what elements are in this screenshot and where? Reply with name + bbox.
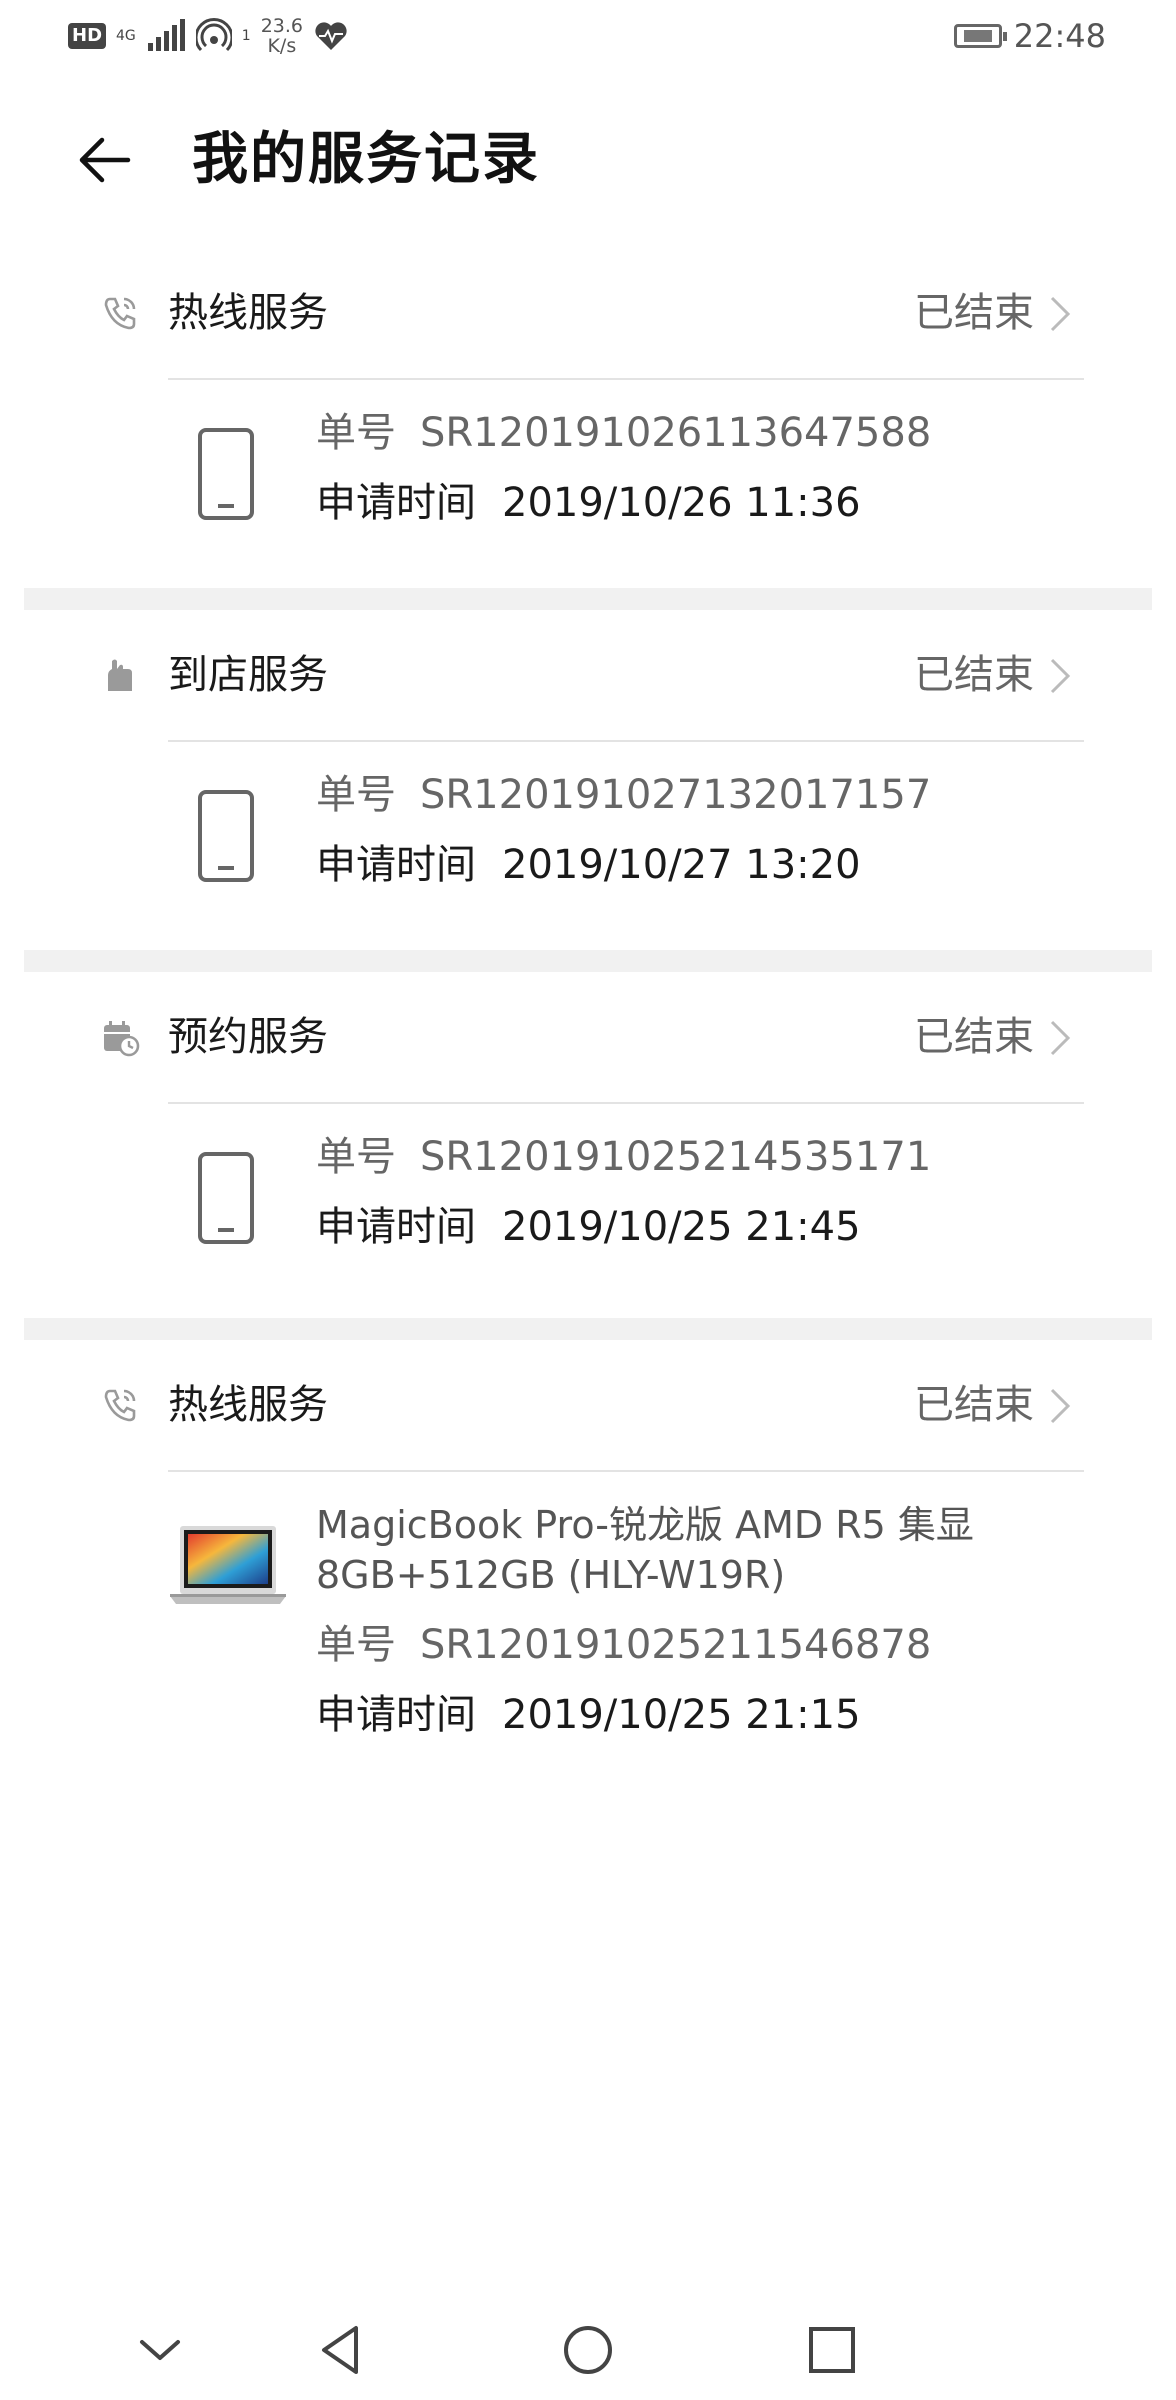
order-label: 单号	[316, 772, 396, 818]
status-label: 已结束	[914, 290, 1034, 336]
service-record-header[interactable]: 到店服务 已结束	[24, 610, 1152, 740]
hand-store-icon	[108, 659, 132, 691]
record-info: 单号 SR120191026113647588 申请时间 2019/10/26 11…	[316, 408, 1116, 548]
order-label: 单号	[316, 410, 396, 456]
time-label: 申请时间	[316, 842, 476, 888]
smartphone-icon	[198, 428, 254, 520]
header: 我的服务记录	[0, 110, 1176, 210]
order-row: 单号 SR120191025211546878	[316, 1620, 1116, 1670]
time-row: 申请时间 2019/10/25 21:45	[316, 1202, 1116, 1252]
recents-square-icon[interactable]	[802, 2320, 862, 2380]
clock: 22:48	[1013, 17, 1106, 55]
signal-icon	[147, 19, 185, 51]
record-info: 单号 SR120191027132017157 申请时间 2019/10/27 13…	[316, 770, 1116, 910]
section-gap	[24, 588, 1152, 610]
home-circle-icon[interactable]	[558, 2320, 618, 2380]
service-record-header[interactable]: 热线服务 已结束	[24, 1340, 1152, 1470]
divider	[168, 1470, 1084, 1472]
status-bar: HD 4G 1 23.6 K/s 22:48	[0, 0, 1176, 72]
health-icon	[315, 22, 347, 50]
phone-call-icon	[104, 1389, 136, 1422]
service-type-label: 到店服务	[168, 652, 328, 698]
order-number: SR120191025211546878	[420, 1622, 932, 1668]
speed-value: 23.6	[260, 15, 304, 37]
status-left: HD 4G 1 23.6 K/s	[68, 14, 349, 58]
hotspot-icon	[195, 18, 232, 52]
section-gap	[24, 950, 1152, 972]
back-triangle-icon[interactable]	[312, 2320, 372, 2380]
phone-call-icon	[104, 297, 136, 330]
time-label: 申请时间	[316, 480, 476, 526]
order-row: 单号 SR120191025214535171	[316, 1132, 1116, 1182]
status-label: 已结束	[914, 1014, 1034, 1060]
service-record-header[interactable]: 热线服务 已结束	[24, 248, 1152, 378]
apply-time: 2019/10/25 21:15	[502, 1692, 861, 1738]
order-label: 单号	[316, 1134, 396, 1180]
collapse-icon[interactable]	[130, 2320, 190, 2380]
status-label: 已结束	[914, 1382, 1034, 1428]
apply-time: 2019/10/26 11:36	[502, 480, 861, 526]
divider	[168, 1102, 1084, 1104]
service-type-label: 热线服务	[168, 1382, 328, 1428]
order-number: SR120191026113647588	[420, 410, 932, 456]
hotspot-count: 1	[241, 28, 251, 44]
section-gap	[24, 1318, 1152, 1340]
service-record-header[interactable]: 预约服务 已结束	[24, 972, 1152, 1102]
service-type-label: 热线服务	[168, 290, 328, 336]
status-right: 22:48	[953, 14, 1106, 58]
back-arrow-icon[interactable]	[74, 128, 138, 192]
chevron-right-icon	[1050, 658, 1071, 694]
product-name: MagicBook Pro-锐龙版 AMD R5 集显 8GB+512GB (H…	[316, 1503, 974, 1597]
calendar-clock-icon	[104, 1021, 140, 1057]
page-title: 我的服务记录	[192, 127, 540, 192]
speed-unit: K/s	[267, 35, 297, 57]
record-info: MagicBook Pro-锐龙版 AMD R5 集显 8GB+512GB (H…	[316, 1500, 1116, 1760]
hd-badge: HD	[68, 23, 107, 49]
chevron-right-icon	[1050, 296, 1071, 332]
smartphone-icon	[198, 1152, 254, 1244]
time-label: 申请时间	[316, 1204, 476, 1250]
order-label: 单号	[316, 1622, 396, 1668]
system-nav-bar	[0, 2300, 1176, 2400]
order-row: 单号 SR120191027132017157	[316, 770, 1116, 820]
service-record-card: 热线服务 已结束 单号 SR120191026113647588 申请时间 2019…	[24, 248, 1152, 588]
divider	[168, 378, 1084, 380]
order-number: SR120191025214535171	[420, 1134, 932, 1180]
chevron-right-icon	[1050, 1020, 1071, 1056]
service-record-card: 到店服务 已结束 单号 SR120191027132017157 申请时间 2019…	[24, 610, 1152, 950]
time-label: 申请时间	[316, 1692, 476, 1738]
divider	[168, 740, 1084, 742]
chevron-right-icon	[1050, 1388, 1071, 1424]
apply-time: 2019/10/27 13:20	[502, 842, 861, 888]
laptop-image	[170, 1526, 286, 1604]
time-row: 申请时间 2019/10/25 21:15	[316, 1690, 1116, 1740]
time-row: 申请时间 2019/10/27 13:20	[316, 840, 1116, 890]
network-type: 4G	[116, 28, 136, 44]
time-row: 申请时间 2019/10/26 11:36	[316, 478, 1116, 528]
service-record-card: 热线服务 已结束 MagicBook Pro-锐龙版 AMD R5 集显 8GB…	[24, 1340, 1152, 1780]
battery-icon	[953, 24, 1007, 48]
order-row: 单号 SR120191026113647588	[316, 408, 1116, 458]
status-label: 已结束	[914, 652, 1034, 698]
order-number: SR120191027132017157	[420, 772, 932, 818]
smartphone-icon	[198, 790, 254, 882]
service-type-label: 预约服务	[168, 1014, 328, 1060]
service-record-card: 预约服务 已结束 单号 SR120191025214535171 申请时间 2019…	[24, 972, 1152, 1318]
network-speed: 23.6 K/s	[261, 16, 303, 56]
record-info: 单号 SR120191025214535171 申请时间 2019/10/25 21…	[316, 1132, 1116, 1272]
apply-time: 2019/10/25 21:45	[502, 1204, 861, 1250]
